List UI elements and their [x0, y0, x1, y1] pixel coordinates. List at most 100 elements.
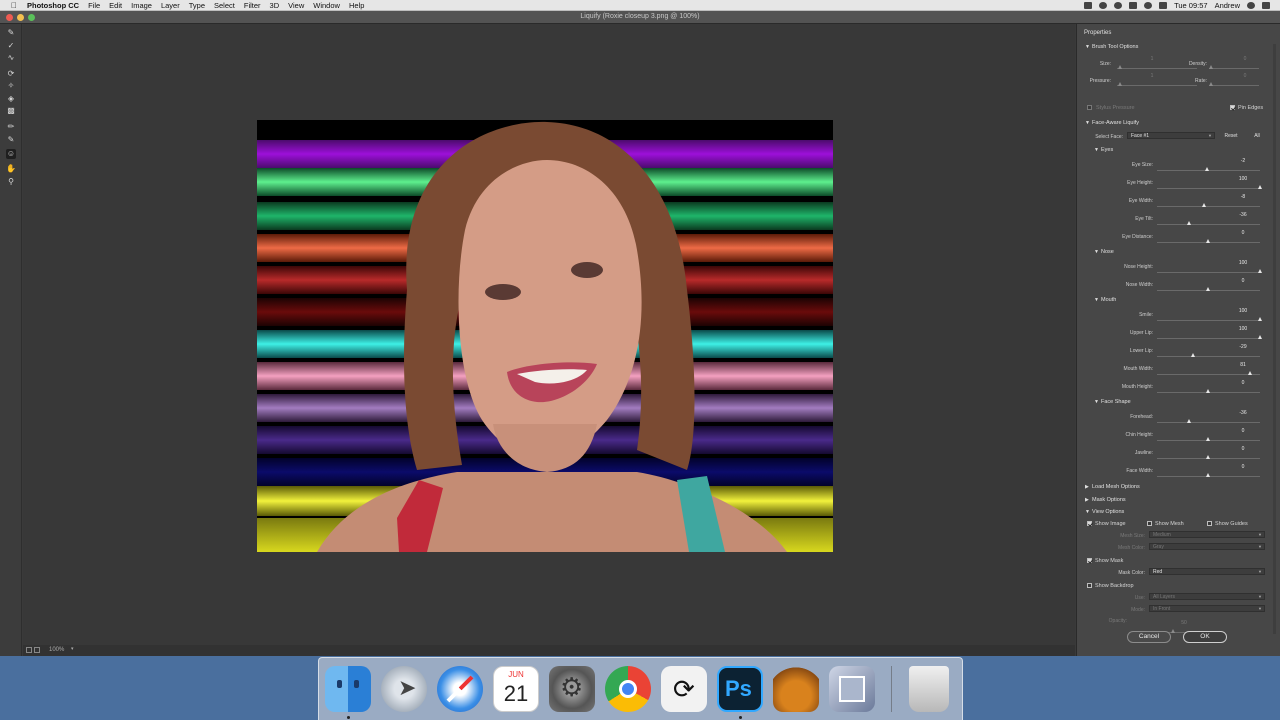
mouth-height-thumb[interactable] [1206, 389, 1210, 393]
menu-select[interactable]: Select [214, 1, 235, 10]
spotlight-icon[interactable] [1247, 2, 1255, 9]
eye-tilt-slider[interactable] [1157, 224, 1260, 225]
clock[interactable]: Tue 09:57 [1174, 1, 1208, 10]
acorn-icon[interactable] [773, 666, 819, 712]
notification-center-icon[interactable] [1262, 2, 1270, 9]
menu-3d[interactable]: 3D [270, 1, 280, 10]
section-face-aware-liquify[interactable]: ▼ Face-Aware Liquify [1085, 120, 1139, 126]
pin-edges-checkbox[interactable] [1230, 105, 1235, 110]
brush-pressure-thumb[interactable] [1118, 82, 1122, 86]
smile-slider[interactable] [1157, 320, 1260, 321]
menu-image[interactable]: Image [131, 1, 152, 10]
group-nose[interactable]: ▼ Nose [1094, 249, 1114, 255]
calendar-icon[interactable]: JUN 21 [493, 666, 539, 712]
smile-thumb[interactable] [1257, 317, 1262, 321]
section-mask-options[interactable]: ▶ Mask Options [1085, 497, 1126, 503]
brush-size-value[interactable]: 1 [1137, 56, 1167, 62]
brush-pressure-value[interactable]: 1 [1137, 73, 1167, 79]
photoshop-icon[interactable]: Ps [717, 666, 763, 712]
mouth-width-thumb[interactable] [1247, 371, 1252, 375]
flag-icon[interactable] [1159, 2, 1168, 9]
select-face-dropdown[interactable]: Face #1 ▼ [1127, 132, 1215, 139]
backdrop-opacity-thumb[interactable] [1171, 629, 1175, 633]
brush-rate-slider[interactable] [1209, 85, 1259, 86]
nose-height-thumb[interactable] [1257, 269, 1262, 273]
jawline-thumb[interactable] [1206, 455, 1210, 459]
twirl-tool-icon[interactable]: ⟳ [6, 69, 16, 79]
brush-size-thumb[interactable] [1118, 65, 1122, 69]
pucker-tool-icon[interactable]: ✧ [6, 81, 16, 91]
face-width-value[interactable]: 0 [1228, 464, 1258, 470]
jawline-value[interactable]: 0 [1228, 446, 1258, 452]
menu-layer[interactable]: Layer [161, 1, 180, 10]
reconstruct-tool-icon[interactable]: ✓ [6, 41, 16, 51]
show-backdrop-checkbox[interactable] [1087, 583, 1092, 588]
upper-lip-value[interactable]: 100 [1228, 326, 1258, 332]
brush-size-slider[interactable] [1117, 68, 1197, 69]
thaw-mask-tool-icon[interactable]: ✎ [6, 135, 16, 145]
menu-filter[interactable]: Filter [244, 1, 261, 10]
show-mesh-checkbox[interactable] [1147, 521, 1152, 526]
group-mouth[interactable]: ▼ Mouth [1094, 297, 1116, 303]
eye-distance-value[interactable]: 0 [1228, 230, 1258, 236]
menu-edit[interactable]: Edit [109, 1, 122, 10]
nose-width-thumb[interactable] [1206, 287, 1210, 291]
preview-icon[interactable] [829, 666, 875, 712]
finder-icon[interactable] [325, 666, 371, 712]
mesh-color-dropdown[interactable]: Gray ▼ [1149, 543, 1265, 550]
eye-height-slider[interactable] [1157, 188, 1260, 189]
upper-lip-thumb[interactable] [1257, 335, 1262, 339]
mesh-size-dropdown[interactable]: Medium ▼ [1149, 531, 1265, 538]
bloat-tool-icon[interactable]: ◈ [6, 94, 16, 104]
eye-width-slider[interactable] [1157, 206, 1260, 207]
menu-window[interactable]: Window [313, 1, 340, 10]
battery-icon[interactable] [1084, 2, 1093, 9]
hand-tool-icon[interactable]: ✋ [6, 164, 16, 174]
ok-button[interactable]: OK [1183, 631, 1227, 643]
forward-warp-tool-icon[interactable]: ✎ [6, 28, 16, 38]
menu-file[interactable]: File [88, 1, 100, 10]
zoom-out-icon[interactable] [26, 647, 32, 653]
system-preferences-icon[interactable]: ⚙ [549, 666, 595, 712]
forehead-value[interactable]: -36 [1228, 410, 1258, 416]
dropbox-icon[interactable] [1099, 2, 1108, 9]
stylus-pressure-checkbox[interactable] [1087, 105, 1092, 110]
eye-width-value[interactable]: -8 [1228, 194, 1258, 200]
safari-icon[interactable] [437, 666, 483, 712]
group-eyes[interactable]: ▼ Eyes [1094, 147, 1113, 153]
apple-menu-icon[interactable]:  [9, 1, 19, 10]
eye-width-thumb[interactable] [1201, 203, 1206, 207]
lower-lip-slider[interactable] [1157, 356, 1260, 357]
show-mask-checkbox[interactable] [1087, 558, 1092, 563]
chrome-icon[interactable] [605, 666, 651, 712]
eye-height-thumb[interactable] [1257, 185, 1262, 189]
nose-height-slider[interactable] [1157, 272, 1260, 273]
wifi-icon[interactable] [1144, 2, 1153, 9]
chin-height-thumb[interactable] [1206, 437, 1210, 441]
face-tool-icon[interactable]: ☺ [6, 149, 16, 159]
nose-height-value[interactable]: 100 [1228, 260, 1258, 266]
zoom-level[interactable]: 100% [49, 647, 64, 653]
eye-size-thumb[interactable] [1204, 167, 1209, 171]
eye-height-value[interactable]: 100 [1228, 176, 1258, 182]
panel-scrollbar[interactable] [1273, 44, 1276, 634]
volume-icon[interactable] [1129, 2, 1138, 9]
upper-lip-slider[interactable] [1157, 338, 1260, 339]
brush-density-slider[interactable] [1209, 68, 1259, 69]
reset-faces-button[interactable]: Reset [1219, 132, 1243, 140]
nose-width-value[interactable]: 0 [1228, 278, 1258, 284]
liquify-canvas[interactable] [23, 24, 1075, 645]
bluetooth-icon[interactable] [1114, 2, 1123, 9]
mouth-height-value[interactable]: 0 [1228, 380, 1258, 386]
brush-rate-value[interactable]: 0 [1230, 73, 1260, 79]
lower-lip-value[interactable]: -29 [1228, 344, 1258, 350]
brush-rate-thumb[interactable] [1209, 82, 1213, 86]
mouth-width-value[interactable]: 81 [1228, 362, 1258, 368]
mouth-width-slider[interactable] [1157, 374, 1260, 375]
brush-density-thumb[interactable] [1209, 65, 1213, 69]
backdrop-mode-dropdown[interactable]: In Front ▼ [1149, 605, 1265, 612]
user-menu[interactable]: Andrew [1215, 1, 1240, 10]
eye-distance-thumb[interactable] [1206, 239, 1210, 243]
group-face-shape[interactable]: ▼ Face Shape [1094, 399, 1131, 405]
show-guides-checkbox[interactable] [1207, 521, 1212, 526]
